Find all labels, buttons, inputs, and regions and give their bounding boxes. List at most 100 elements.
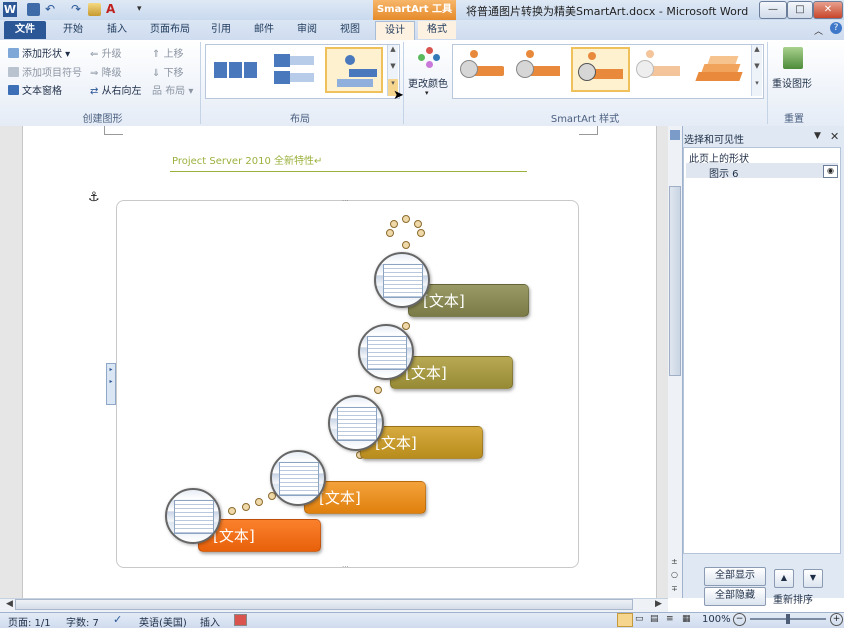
dropdown-arrow-icon: ▾ [425,89,429,97]
reset-graphic-button[interactable]: 重设图形 [771,45,817,95]
right-to-left-button[interactable]: ⇄ 从右向左 [90,82,142,97]
create-graphic-group-label: 创建图形 [82,114,123,125]
zoom-level[interactable]: 100% [702,614,731,625]
help-icon[interactable]: ? [830,22,842,34]
minimize-button[interactable]: — [759,1,787,19]
word-app-icon[interactable]: W [3,2,17,17]
shape-name[interactable]: 图示 6 [709,165,739,180]
font-color-icon[interactable]: A [106,3,119,16]
smartart-picture-2[interactable] [358,324,414,380]
add-bullet-button[interactable]: 添加项目符号 [8,64,82,79]
prev-page-icon[interactable]: ± [671,557,678,566]
tab-format[interactable]: 格式 [418,21,456,39]
tab-insert[interactable]: 插入 [99,21,135,39]
undo-icon[interactable]: ↶ [45,3,58,16]
close-button[interactable]: ✕ [813,1,843,19]
move-up-button[interactable]: ⇑ 上移 [152,45,184,60]
tab-view[interactable]: 视图 [334,21,366,39]
outline-view-icon[interactable]: ≡ [666,614,674,624]
layout-gallery-up[interactable]: ▲ [387,45,398,62]
anchor-icon: ⚓ [88,190,100,205]
tab-home[interactable]: 开始 [55,21,91,39]
group-divider [767,42,768,124]
layout-option-1[interactable] [212,58,262,80]
show-all-button[interactable]: 全部显示 [704,567,766,586]
next-page-icon[interactable]: ∓ [671,584,678,593]
zoom-out-icon[interactable]: − [733,613,746,626]
style-option-1[interactable] [458,50,510,88]
tab-review[interactable]: 审阅 [291,21,323,39]
format-painter-icon[interactable] [88,3,101,16]
pane-icon [670,130,680,140]
styles-gallery-up[interactable]: ▲ [751,45,762,62]
customize-qat-icon[interactable]: ▾ [137,3,150,16]
connector-dot [386,229,394,237]
smartart-picture-4[interactable] [270,450,326,506]
demote-button[interactable]: ⇒ 降级 [90,64,122,79]
promote-icon: ⇐ [90,49,102,60]
select-browse-object-icon[interactable]: ○ [671,570,678,579]
layout-gallery-down[interactable]: ▼ [387,62,398,79]
layout-group-label: 布局 [290,114,310,125]
scrollbar-thumb[interactable] [15,599,633,610]
tab-file[interactable]: 文件 [4,21,46,39]
visibility-eye-icon[interactable]: ◉ [823,165,838,178]
connector-dot [374,386,382,394]
connector-dot [414,220,422,228]
tab-design[interactable]: 设计 [375,21,415,40]
macro-record-icon[interactable] [234,614,247,626]
connector-dot [390,220,398,228]
full-screen-view-icon[interactable]: ▭ [635,614,644,624]
resize-handle-icon[interactable]: ··· [342,197,349,205]
smartart-picture-5[interactable] [165,488,221,544]
zoom-slider-thumb[interactable] [786,614,790,624]
draft-view-icon[interactable]: ▦ [682,614,691,624]
text-pane-toggle[interactable]: ▸ ▸ [106,363,116,405]
move-up-icon[interactable]: ▲ [774,569,794,588]
style-option-4[interactable] [634,50,686,88]
maximize-button[interactable]: □ [787,1,813,19]
heading-underline [170,171,527,172]
connector-dot [402,241,410,249]
reset-graphic-icon [783,47,803,69]
pane-close-icon[interactable]: ✕ [830,130,839,143]
scroll-left-icon[interactable]: ◀ [6,599,13,609]
zoom-in-icon[interactable]: + [830,613,843,626]
style-option-2[interactable] [514,50,566,88]
smartart-picture-3[interactable] [328,395,384,451]
text-pane-button[interactable]: 文本窗格 [8,82,62,97]
layout-option-2[interactable] [270,52,320,88]
hide-all-button[interactable]: 全部隐藏 [704,587,766,606]
scrollbar-thumb[interactable] [669,186,681,376]
connector-dot [402,215,410,223]
pane-options-icon[interactable]: ▼ [814,131,821,141]
ribbon-minimize-icon[interactable]: ︿ [814,24,823,37]
add-shape-button[interactable]: 添加形状 ▾ [8,45,70,60]
proofing-icon[interactable]: ✓ [113,613,122,626]
group-divider [200,42,201,124]
resize-handle-icon[interactable]: ··· [342,563,349,571]
move-down-icon[interactable]: ▼ [803,569,823,588]
change-colors-button[interactable]: 更改颜色 ▾ [407,45,449,103]
move-down-button[interactable]: ⇓ 下移 [152,64,184,79]
promote-button[interactable]: ⇐ 升级 [90,45,122,60]
document-heading[interactable]: Project Server 2010 全新特性↵ [172,152,322,167]
smartart-picture-1[interactable] [374,252,430,308]
redo-icon[interactable]: ↷ [71,3,84,16]
styles-gallery-more[interactable]: ▾ [751,79,762,96]
styles-gallery-down[interactable]: ▼ [751,62,762,79]
style-option-5[interactable] [693,50,747,88]
layout-option-3-selected[interactable] [325,47,383,93]
print-layout-view-icon[interactable] [617,613,633,627]
layout-button[interactable]: 品 布局 ▾ [152,82,193,97]
style-option-3-selected[interactable] [571,47,630,92]
web-layout-view-icon[interactable]: ▤ [650,614,659,624]
tab-references[interactable]: 引用 [205,21,237,39]
tab-mailings[interactable]: 邮件 [248,21,280,39]
smartart-styles-group-label: SmartArt 样式 [550,114,620,125]
save-icon[interactable] [27,3,40,16]
scroll-right-icon[interactable]: ▶ [655,599,662,609]
add-shape-icon [8,48,19,58]
smartart-tools-header: SmartArt 工具 [373,0,456,20]
tab-page-layout[interactable]: 页面布局 [144,21,196,39]
